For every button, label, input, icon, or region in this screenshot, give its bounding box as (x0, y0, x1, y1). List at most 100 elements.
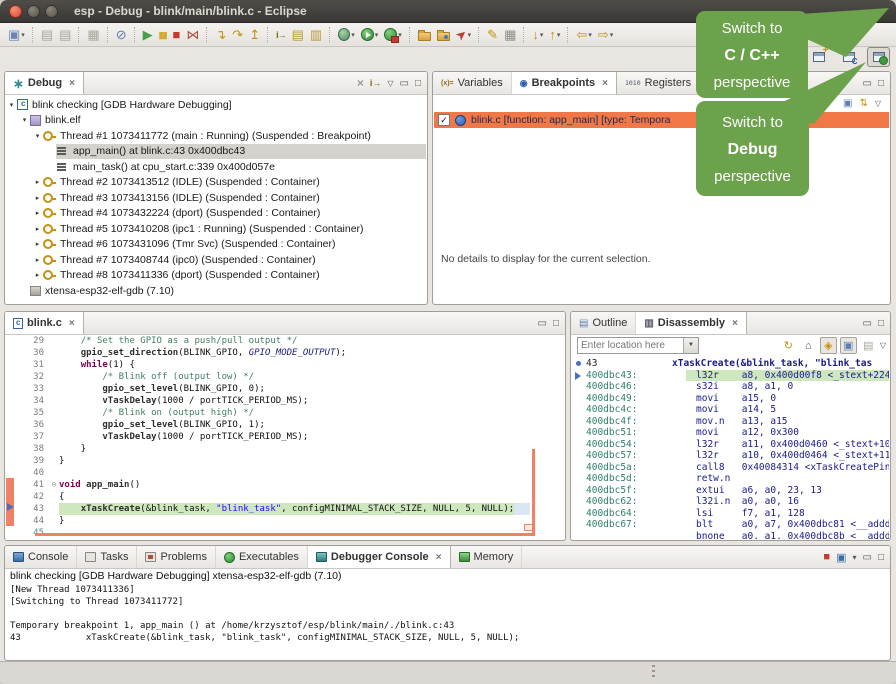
tree-caret-icon[interactable]: ▸ (32, 209, 43, 217)
open-perspective-button[interactable] (807, 47, 830, 67)
tab-close-icon[interactable]: × (69, 78, 75, 89)
debug-tree-row[interactable]: ▾blink checking [GDB Hardware Debugging] (6, 97, 426, 113)
maximize-view-icon[interactable]: □ (878, 552, 884, 563)
minimize-view-icon[interactable]: ▭ (863, 552, 872, 563)
tab-close-icon[interactable]: × (732, 318, 738, 329)
display-selected-console-icon[interactable]: ▣ (836, 551, 846, 564)
debug-tree-row[interactable]: ▸Thread #5 1073410208 (ipc1 : Running) (… (6, 221, 426, 237)
tab-problems[interactable]: Problems (137, 546, 215, 568)
debug-tree-row[interactable]: ▸Thread #8 1073411336 (dport) (Suspended… (6, 268, 426, 284)
disassembly-row[interactable]: 400dbc4c:movi a14, 5 (572, 404, 889, 416)
debug-tree-row[interactable]: ▸Thread #3 1073413156 (IDLE) (Suspended … (6, 190, 426, 206)
instruction-stepping-icon[interactable]: i→ (274, 25, 288, 45)
remove-terminated-icon[interactable]: × (357, 76, 364, 90)
tab-console[interactable]: Console (5, 546, 77, 568)
last-edit-location-icon[interactable]: ↓▾ (530, 25, 545, 45)
tree-caret-icon[interactable]: ▸ (32, 256, 43, 264)
disassembly-code-area[interactable]: 43xTaskCreate(&blink_task, "blink_tas400… (572, 358, 889, 539)
use-step-filters-icon[interactable]: ▤ (290, 25, 306, 45)
step-over-icon[interactable]: ↷ (230, 25, 245, 45)
debug-tree-row[interactable]: main_task() at cpu_start.c:339 0x400d057… (6, 159, 426, 175)
new-project-icon[interactable] (416, 25, 433, 45)
minimize-view-icon[interactable]: ▭ (400, 78, 409, 89)
combo-dropdown-icon[interactable]: ▼ (683, 338, 698, 353)
tree-caret-icon[interactable]: ▾ (6, 101, 17, 109)
go-up-icon[interactable]: ↑▾ (547, 25, 562, 45)
back-icon[interactable]: ⇦▾ (574, 25, 593, 45)
skip-all-breakpoints-icon[interactable]: ⊘ (114, 25, 129, 45)
disassembly-row[interactable]: bnone a0, a1, 0x400dbc8b <__adddf3 (572, 531, 889, 540)
minimize-view-icon[interactable]: ▭ (863, 318, 872, 329)
view-menu-icon[interactable]: ▽ (875, 99, 881, 108)
tab-variables[interactable]: (x)= Variables (433, 72, 512, 94)
disassembly-row[interactable]: 400dbc4f:mov.n a13, a15 (572, 416, 889, 428)
tab-close-icon[interactable]: × (602, 78, 608, 89)
new-view-icon[interactable]: ▤ (860, 337, 877, 354)
disassembly-row[interactable]: 400dbc57:l32r a10, 0x400d0464 <_stext+11… (572, 450, 889, 462)
tab-tasks[interactable]: Tasks (77, 546, 137, 568)
tab-debug[interactable]: ∗ Debug × (5, 72, 84, 94)
location-input[interactable] (578, 338, 683, 353)
tree-caret-icon[interactable]: ▸ (32, 225, 43, 233)
tab-memory[interactable]: Memory (451, 546, 523, 568)
terminate-icon[interactable]: ■ (171, 25, 183, 45)
debug-tree-row[interactable]: ▸Thread #2 1073413512 (IDLE) (Suspended … (6, 175, 426, 191)
sash-handle[interactable] (652, 665, 655, 679)
binary-icon[interactable]: ▦ (502, 25, 518, 45)
tree-caret-icon[interactable]: ▸ (32, 194, 43, 202)
paintbrush-icon[interactable]: ✎ (485, 25, 500, 45)
view-menu-icon[interactable]: ▽ (387, 79, 393, 88)
minimize-view-icon[interactable]: ▭ (863, 78, 872, 89)
suspend-icon[interactable]: ▮▮ (157, 25, 169, 45)
close-icon[interactable] (9, 5, 22, 18)
disassembly-row[interactable]: 400dbc51:movi a12, 0x300 (572, 427, 889, 439)
console-dropdown-icon[interactable]: ▾ (852, 553, 856, 562)
debug-perspective-button[interactable] (867, 47, 890, 67)
drop-to-frame-icon[interactable]: ▥ (308, 25, 324, 45)
import-export-breakpoints-icon[interactable]: ⇅ (859, 98, 867, 109)
sync-with-context-icon[interactable]: ◈ (820, 337, 837, 354)
tab-close-icon[interactable]: × (69, 318, 75, 329)
build-icon[interactable]: ▦ (85, 25, 101, 45)
disassembly-row[interactable]: 400dbc64:lsi f7, a1, 128 (572, 508, 889, 520)
disassembly-row[interactable]: 400dbc62:l32i.n a0, a0, 16 (572, 496, 889, 508)
debug-tree-row[interactable]: ▾blink.elf (6, 113, 426, 129)
maximize-view-icon[interactable]: □ (553, 318, 559, 329)
maximize-view-icon[interactable]: □ (415, 78, 421, 89)
terminate-console-icon[interactable]: ■ (823, 551, 830, 563)
disassembly-row[interactable]: 400dbc54:l32r a11, 0x400d0460 <_stext+10… (572, 439, 889, 451)
editor-code-area[interactable]: 29 /* Set the GPIO as a push/pull output… (6, 335, 564, 539)
debug-tree-row[interactable]: app_main() at blink.c:43 0x400dbc43 (6, 144, 426, 160)
new-wizard-icon[interactable]: ▣▾ (6, 25, 27, 45)
disassembly-row[interactable]: 400dbc49:movi a15, 0 (572, 393, 889, 405)
maximize-view-icon[interactable]: □ (878, 78, 884, 89)
disassembly-row[interactable]: 400dbc5a:call8 0x40084314 <xTaskCreatePi… (572, 462, 889, 474)
disassembly-row[interactable]: 400dbc46:s32i a8, a1, 0 (572, 381, 889, 393)
refresh-icon[interactable]: ↻ (780, 337, 797, 354)
disassembly-row[interactable]: 400dbc43:l32r a8, 0x400d00f8 <_stext+224… (572, 370, 889, 382)
instruction-stepping-toggle-icon[interactable]: i→ (370, 78, 382, 88)
debug-tree-row[interactable]: ▸Thread #4 1073432224 (dport) (Suspended… (6, 206, 426, 222)
save-icon[interactable]: ▤ (39, 25, 55, 45)
debug-tree[interactable]: ▾blink checking [GDB Hardware Debugging]… (6, 95, 426, 303)
link-with-debug-icon[interactable]: ▣ (843, 98, 852, 109)
debug-launch-icon[interactable]: ▾ (336, 25, 357, 45)
debug-tree-row[interactable]: xtensa-esp32-elf-gdb (7.10) (6, 283, 426, 299)
run-launch-icon[interactable]: ▾ (359, 25, 381, 45)
tab-disassembly[interactable]: ▥ Disassembly × (636, 312, 747, 334)
home-icon[interactable]: ⌂ (800, 337, 817, 354)
console-output[interactable]: blink checking [GDB Hardware Debugging] … (6, 569, 889, 659)
disassembly-row[interactable]: 400dbc5d:retw.n (572, 473, 889, 485)
tab-outline[interactable]: ▤ Outline (571, 312, 636, 334)
external-tools-icon[interactable]: ▾ (382, 25, 404, 45)
tab-debugger-console[interactable]: Debugger Console × (308, 546, 451, 568)
resume-icon[interactable]: ▶ (141, 25, 155, 45)
open-project-icon[interactable] (435, 25, 452, 45)
breakpoint-row[interactable]: ✓ blink.c [function: app_main] [type: Te… (434, 112, 889, 128)
tab-executables[interactable]: Executables (216, 546, 308, 568)
debug-tree-row[interactable]: ▾Thread #1 1073411772 (main : Running) (… (6, 128, 426, 144)
tab-breakpoints[interactable]: ◉ Breakpoints × (512, 72, 617, 94)
debug-tree-row[interactable]: ▸Thread #7 1073408744 (ipc0) (Suspended … (6, 252, 426, 268)
disassembly-row[interactable]: 400dbc67:blt a0, a7, 0x400dbc81 <__adddf… (572, 519, 889, 531)
maximize-view-icon[interactable]: □ (878, 318, 884, 329)
